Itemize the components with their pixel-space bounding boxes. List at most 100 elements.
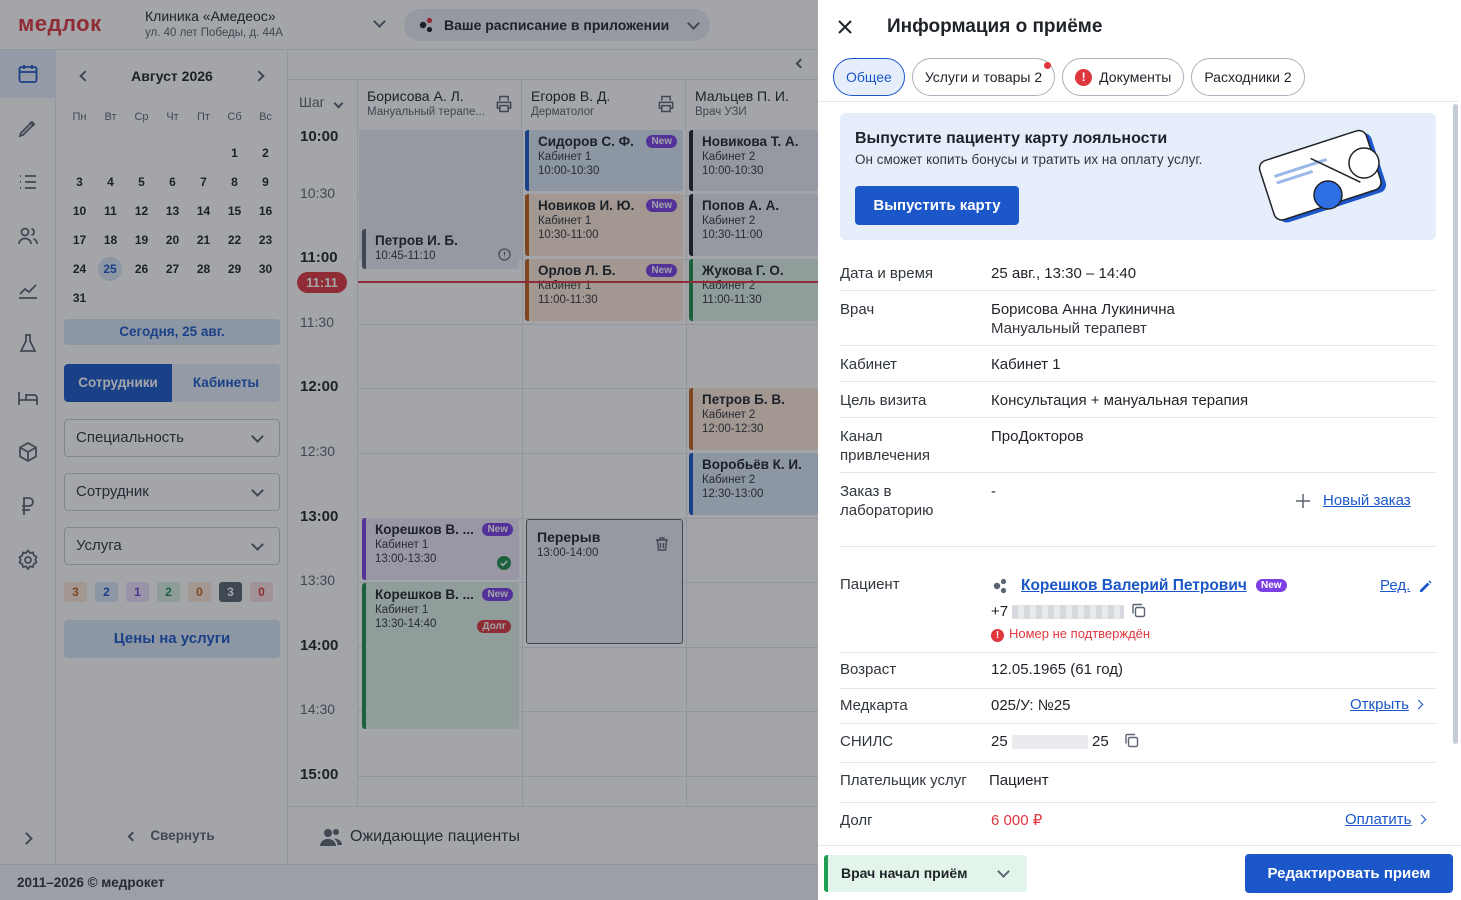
calendar-day[interactable]: 27 <box>157 257 188 281</box>
print-icon[interactable] <box>494 94 514 114</box>
specialty-select[interactable]: Специальность <box>64 419 280 457</box>
calendar-day[interactable]: 1 <box>219 141 250 165</box>
list-icon[interactable] <box>16 170 40 194</box>
status-counter[interactable]: 0 <box>250 582 273 602</box>
appointment-card[interactable]: Жукова Г. О. Кабинет 2 11:00-11:30 <box>689 259 818 321</box>
calendar-icon[interactable] <box>16 62 40 86</box>
collapse-button[interactable]: Свернуть <box>56 828 288 843</box>
status-counter[interactable]: 3 <box>64 582 87 602</box>
app-promo-button[interactable]: Ваше расписание в приложении <box>404 9 710 41</box>
info-icon[interactable] <box>498 248 511 261</box>
appointment-card[interactable]: Новикова Т. А. Кабинет 2 10:00-10:30 <box>689 130 818 191</box>
calendar-day[interactable]: 11 <box>95 199 126 223</box>
calendar-day[interactable]: 26 <box>126 257 157 281</box>
calendar-day[interactable]: 25 <box>98 257 122 281</box>
appointment-card[interactable]: Орлов Л. Б. Кабинет 1 11:00-11:30 New <box>525 259 683 321</box>
doctor-column-header[interactable]: Мальцев П. И. Врач УЗИ <box>686 80 818 130</box>
print-icon[interactable] <box>656 94 676 114</box>
appointment-card[interactable]: Новиков И. Ю. Кабинет 1 10:30-11:00 New <box>525 194 683 256</box>
break-card[interactable]: Перерыв 13:00-14:00 <box>526 519 683 644</box>
calendar-day[interactable]: 2 <box>250 141 281 165</box>
calendar-day[interactable]: 9 <box>250 170 281 194</box>
calendar-day[interactable]: 22 <box>219 228 250 252</box>
pay-link[interactable]: Оплатить <box>1345 811 1426 828</box>
calendar-day[interactable]: 21 <box>188 228 219 252</box>
appointment-card[interactable]: Петров Б. В. Кабинет 2 12:00-12:30 <box>689 388 818 450</box>
status-counter[interactable]: 3 <box>219 582 242 602</box>
ruble-icon[interactable] <box>16 494 40 518</box>
tab-rooms[interactable]: Кабинеты <box>172 364 280 402</box>
edit-appointment-button[interactable]: Редактировать прием <box>1245 854 1453 893</box>
trash-icon[interactable] <box>654 536 670 552</box>
pen-icon[interactable] <box>16 116 40 140</box>
calendar-day[interactable]: 24 <box>64 257 95 281</box>
calendar-day[interactable]: 31 <box>64 286 95 310</box>
calendar-day[interactable]: 7 <box>188 170 219 194</box>
chart-icon[interactable] <box>16 278 40 302</box>
users-icon[interactable] <box>16 224 40 248</box>
calendar-day[interactable]: 6 <box>157 170 188 194</box>
service-select[interactable]: Услуга <box>64 527 280 565</box>
tab-general[interactable]: Общее <box>833 58 905 96</box>
appointment-card[interactable]: Сидоров С. Ф. Кабинет 1 10:00-10:30 New <box>525 130 683 191</box>
plus-icon[interactable] <box>1294 492 1312 510</box>
calendar-day[interactable]: 20 <box>157 228 188 252</box>
close-icon[interactable] <box>834 16 856 38</box>
gear-icon[interactable] <box>16 548 40 572</box>
calendar-day[interactable]: 14 <box>188 199 219 223</box>
appointment-card[interactable]: Корешков В. ... Кабинет 1 13:30-14:40 Ne… <box>362 583 519 729</box>
flask-icon[interactable] <box>16 332 40 356</box>
calendar-day[interactable]: 17 <box>64 228 95 252</box>
status-counter[interactable]: 0 <box>188 582 211 602</box>
appointment-card[interactable]: Корешков В. ... Кабинет 1 13:00-13:30 Ne… <box>362 518 519 580</box>
clinic-chevron-down-icon[interactable] <box>373 15 386 28</box>
appointment-card[interactable]: Попов А. А. Кабинет 2 10:30-11:00 <box>689 194 818 256</box>
calendar-day[interactable]: 15 <box>219 199 250 223</box>
calendar-day[interactable]: 5 <box>126 170 157 194</box>
appointment-card[interactable]: Петров И. Б. 10:45-11:10 <box>362 229 519 269</box>
issue-card-button[interactable]: Выпустить карту <box>855 186 1019 225</box>
logo[interactable]: медлок <box>18 11 102 37</box>
calendar-day[interactable]: 8 <box>219 170 250 194</box>
box-icon[interactable] <box>16 440 40 464</box>
clinic-name[interactable]: Клиника «Амедеос» <box>145 8 276 24</box>
tab-services[interactable]: Услуги и товары 2 <box>911 58 1056 96</box>
calendar-day[interactable]: 13 <box>157 199 188 223</box>
copy-icon[interactable] <box>1130 602 1147 619</box>
bed-icon[interactable] <box>16 386 40 410</box>
calendar-day[interactable]: 28 <box>188 257 219 281</box>
appointment-card[interactable]: Воробьёв К. И. Кабинет 2 12:30-13:00 <box>689 453 818 515</box>
tab-consumables[interactable]: Расходники 2 <box>1191 58 1305 96</box>
tab-staff[interactable]: Сотрудники <box>64 364 172 402</box>
status-select[interactable]: Врач начал приём <box>824 855 1027 892</box>
waiting-patients-bar[interactable]: Ожидающие пациенты <box>288 806 818 864</box>
patient-name-link[interactable]: Корешков Валерий Петрович <box>1021 577 1247 595</box>
scrollbar[interactable] <box>1453 104 1458 744</box>
calendar-day[interactable]: 18 <box>95 228 126 252</box>
step-header[interactable]: Шаг <box>288 80 358 130</box>
calendar-day[interactable]: 3 <box>64 170 95 194</box>
today-button[interactable]: Сегодня, 25 авг. <box>64 319 280 345</box>
calendar-day[interactable]: 4 <box>95 170 126 194</box>
copy-icon[interactable] <box>1123 732 1140 749</box>
status-counter[interactable]: 2 <box>95 582 118 602</box>
calendar-day[interactable]: 30 <box>250 257 281 281</box>
calendar-day[interactable]: 10 <box>64 199 95 223</box>
open-medcard-link[interactable]: Открыть <box>1350 696 1424 713</box>
calendar-day[interactable]: 29 <box>219 257 250 281</box>
calendar-day[interactable]: 12 <box>126 199 157 223</box>
pencil-icon[interactable] <box>1418 579 1433 594</box>
edit-patient-link[interactable]: Ред. <box>1380 577 1410 594</box>
status-counter[interactable]: 1 <box>126 582 149 602</box>
doctor-column-header[interactable]: Борисова А. Л. Мануальный терапе... <box>358 80 522 130</box>
prices-button[interactable]: Цены на услуги <box>64 620 280 658</box>
new-order-link[interactable]: Новый заказ <box>1323 492 1411 509</box>
employee-select[interactable]: Сотрудник <box>64 473 280 511</box>
doctor-column-header[interactable]: Егоров В. Д. Дерматолог <box>522 80 686 130</box>
calendar-day[interactable]: 23 <box>250 228 281 252</box>
calendar-day[interactable]: 16 <box>250 199 281 223</box>
tab-documents[interactable]: ! Документы <box>1062 58 1185 96</box>
calendar-day[interactable]: 19 <box>126 228 157 252</box>
status-counter[interactable]: 2 <box>157 582 180 602</box>
expand-chevron-icon[interactable] <box>20 832 33 845</box>
